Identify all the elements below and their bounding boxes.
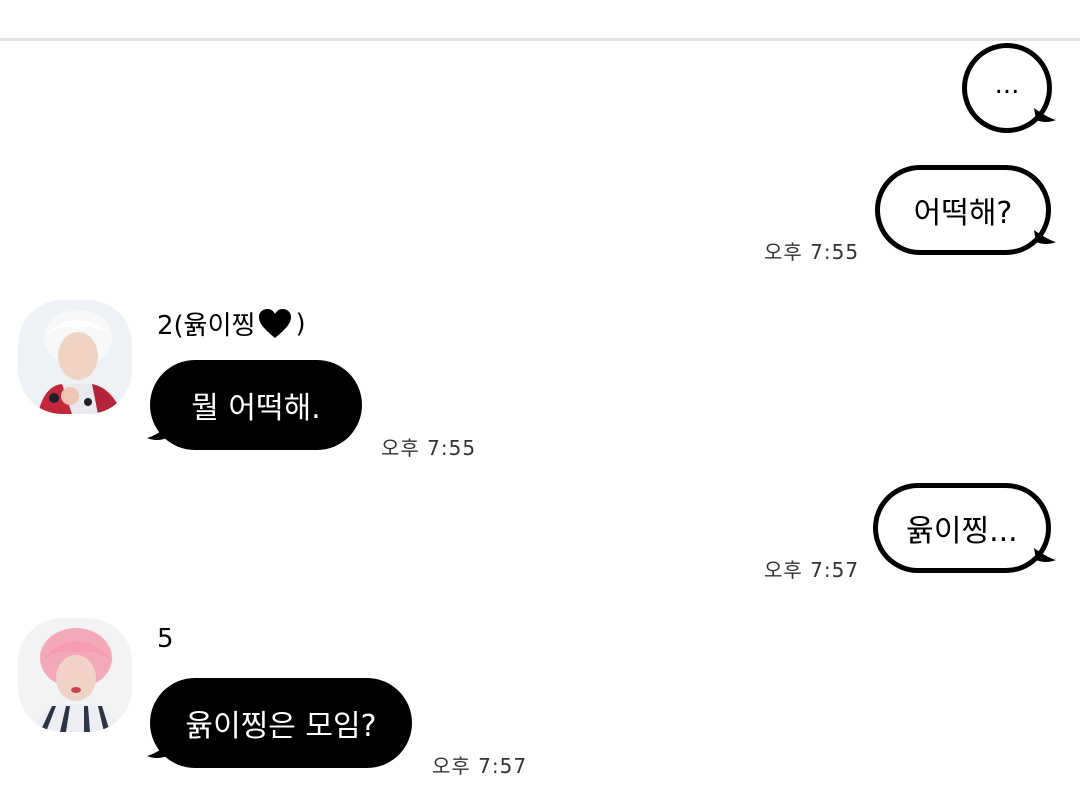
message-timestamp: 오후 7:57	[432, 754, 528, 778]
heart-icon	[259, 308, 292, 339]
message-text: ...	[994, 70, 1020, 100]
sender-name: 2(윩이찡 )	[157, 305, 306, 342]
sender-name-text: 5	[157, 624, 174, 654]
avatar-image	[18, 618, 132, 732]
bubble-tail-icon	[1034, 548, 1056, 562]
bubble-tail-icon	[1034, 230, 1056, 244]
message-bubble-outgoing[interactable]: 어떡해?	[875, 165, 1051, 255]
message-timestamp: 오후 7:55	[764, 240, 860, 264]
message-timestamp: 오후 7:55	[381, 436, 477, 460]
message-bubble-incoming[interactable]: 윩이찡은 모임?	[150, 678, 412, 768]
bubble-tail-icon	[1034, 108, 1056, 122]
sender-name-text: 2(윩이찡	[157, 311, 256, 341]
message-bubble-outgoing[interactable]: 윩이찡...	[873, 483, 1051, 573]
message-text: 뭘 어떡해.	[191, 391, 321, 426]
chat-screen: ... 어떡해? 오후 7:55 2(윩이찡 ) 뭘 어떡해. 오후 7:55 …	[0, 0, 1080, 810]
avatar-image	[18, 300, 132, 414]
message-text: 윩이찡은 모임?	[185, 709, 377, 744]
avatar[interactable]	[18, 300, 132, 414]
bubble-tail-icon	[147, 744, 169, 758]
avatar[interactable]	[18, 618, 132, 732]
message-text: 윩이찡...	[906, 514, 1018, 549]
message-timestamp: 오후 7:57	[764, 558, 860, 582]
message-bubble-incoming[interactable]: 뭘 어떡해.	[150, 360, 362, 450]
message-text: 어떡해?	[913, 196, 1013, 231]
header-divider	[0, 38, 1080, 41]
bubble-tail-icon	[147, 426, 169, 440]
sender-name-suffix: )	[295, 308, 306, 339]
sender-name: 5	[157, 624, 174, 654]
